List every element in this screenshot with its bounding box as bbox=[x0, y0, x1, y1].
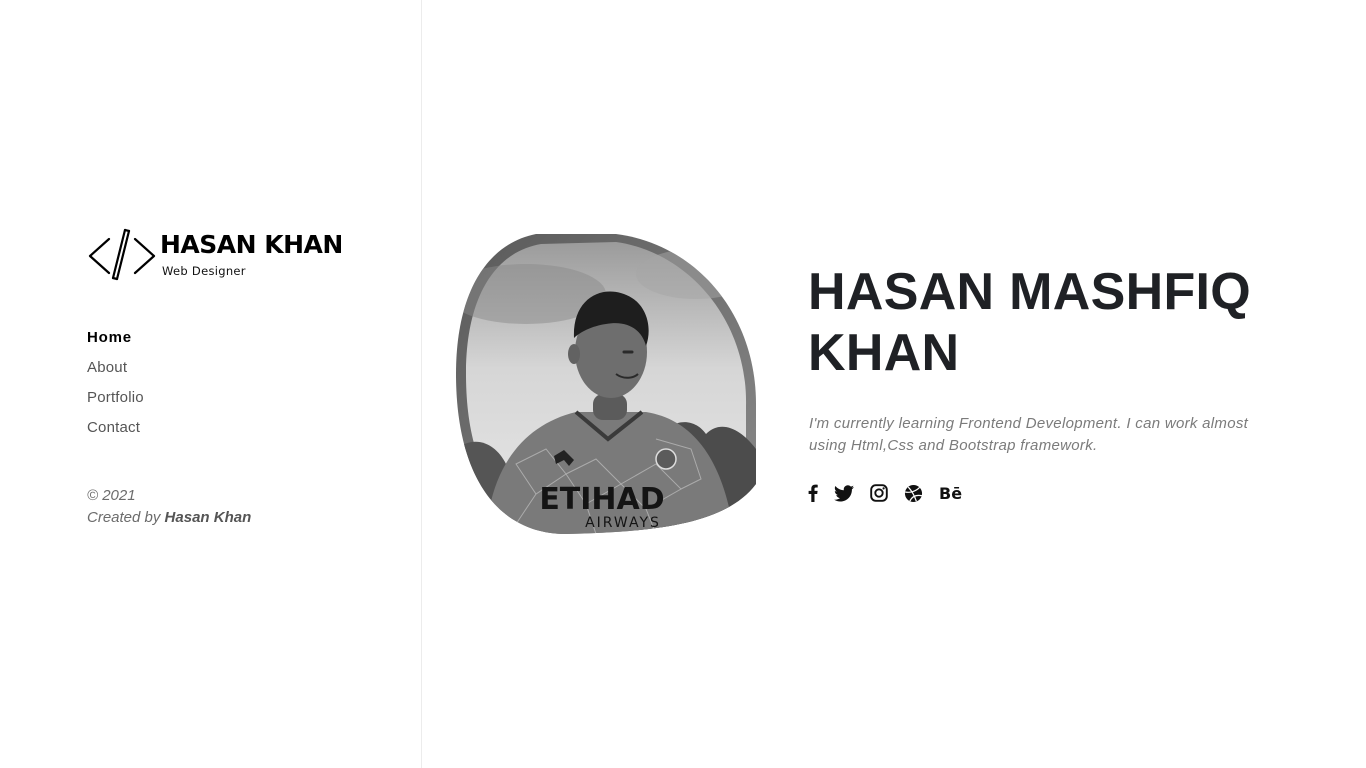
sidebar: HASAN KHAN Web Designer Home About Portf… bbox=[0, 0, 422, 768]
shirt-text-etihad: ETIHAD bbox=[539, 482, 664, 517]
instagram-icon bbox=[870, 484, 888, 502]
credit-prefix: Created by bbox=[87, 509, 161, 526]
nav-link-contact[interactable]: Contact bbox=[87, 419, 140, 436]
site-logo[interactable]: HASAN KHAN Web Designer bbox=[87, 226, 343, 284]
nav-item-portfolio: Portfolio bbox=[87, 387, 144, 417]
nav-item-about: About bbox=[87, 357, 144, 387]
social-links: Bē bbox=[808, 482, 978, 504]
code-brackets-icon bbox=[88, 228, 156, 281]
twitter-icon bbox=[834, 484, 854, 501]
twitter-link[interactable] bbox=[834, 482, 854, 504]
credit-line: Created by Hasan Khan bbox=[87, 507, 251, 529]
dribbble-icon bbox=[904, 484, 923, 502]
hero-title-line-1: HASAN MASHFIQ bbox=[808, 263, 1252, 321]
nav-link-home[interactable]: Home bbox=[87, 329, 132, 346]
facebook-icon bbox=[808, 484, 818, 502]
hero-title: HASAN MASHFIQ KHAN bbox=[808, 262, 1251, 384]
logo-name: HASAN KHAN bbox=[160, 230, 343, 259]
copyright: © 2021 bbox=[87, 487, 136, 504]
credit-author: Hasan Khan bbox=[164, 509, 252, 526]
profile-photo: ETIHAD AIRWAYS bbox=[456, 234, 756, 534]
behance-icon: Bē bbox=[939, 483, 963, 503]
dribbble-link[interactable] bbox=[904, 482, 923, 504]
nav-link-portfolio[interactable]: Portfolio bbox=[87, 389, 144, 406]
nav-link-about[interactable]: About bbox=[87, 359, 127, 376]
hero-title-line-2: KHAN bbox=[808, 324, 960, 382]
nav-item-home: Home bbox=[87, 327, 144, 357]
nav-item-contact: Contact bbox=[87, 417, 144, 447]
behance-link[interactable]: Bē bbox=[939, 482, 962, 504]
logo-subtitle: Web Designer bbox=[162, 264, 246, 278]
shirt-text-airways: AIRWAYS bbox=[585, 515, 661, 531]
sidebar-footer: © 2021 Created by Hasan Khan bbox=[87, 485, 251, 529]
main-nav: Home About Portfolio Contact bbox=[87, 327, 144, 447]
facebook-link[interactable] bbox=[808, 482, 818, 504]
instagram-link[interactable] bbox=[870, 482, 888, 504]
hero-bio: I'm currently learning Frontend Developm… bbox=[809, 415, 1249, 454]
